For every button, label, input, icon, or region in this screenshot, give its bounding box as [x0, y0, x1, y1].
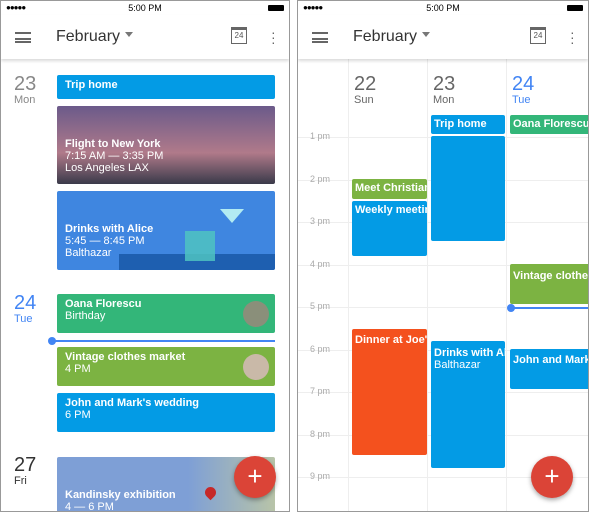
- today-calendar-icon[interactable]: 24: [530, 27, 546, 44]
- day-weekday: Sun: [354, 94, 374, 106]
- event-wedding[interactable]: John and Mark's wedding 6 PM: [57, 393, 275, 432]
- glass-icon: [185, 231, 215, 261]
- status-bar: ●●●●● 5:00 PM: [298, 1, 588, 15]
- add-event-button[interactable]: +: [234, 456, 276, 498]
- battery-icon: [567, 5, 583, 11]
- event-dinner-joes[interactable]: Dinner at Joe's: [352, 329, 427, 455]
- day-label: 23 Mon: [14, 74, 36, 106]
- event-vintage[interactable]: Vintage clothes market: [510, 264, 588, 304]
- event-title: Drinks with Alice: [434, 347, 505, 359]
- schedule-view: ●●●●● 5:00 PM February 24 · · · 23 Mon Trip…: [0, 0, 290, 512]
- current-time-indicator: [48, 337, 275, 345]
- hour-label: 4 pm: [310, 258, 331, 269]
- day-weekday: Mon: [433, 94, 455, 106]
- day-number: 23: [433, 73, 456, 95]
- add-event-button[interactable]: +: [531, 456, 573, 498]
- month-selector[interactable]: February: [353, 28, 431, 46]
- event-time: 7:15 AM — 3:35 PM: [65, 150, 164, 162]
- event-drinks[interactable]: Drinks with AliceBalthazar: [431, 341, 505, 468]
- event-title: Trip home: [65, 79, 118, 91]
- event-weekly-meeting[interactable]: Weekly meeting: [352, 201, 427, 256]
- more-vert-icon[interactable]: · · ·: [570, 25, 575, 49]
- status-time: 5:00 PM: [128, 3, 162, 13]
- event-trip-home[interactable]: Trip home: [431, 115, 505, 134]
- menu-icon[interactable]: [15, 32, 31, 43]
- day-weekday: Tue: [512, 94, 531, 106]
- event-trip-home[interactable]: Trip home: [57, 75, 275, 99]
- day-header[interactable]: 22 Sun: [354, 74, 376, 106]
- event-wedding[interactable]: John and Mark's wedding: [510, 349, 588, 389]
- month-title: February: [353, 28, 418, 45]
- month-title: February: [56, 28, 121, 45]
- day-number: 24: [512, 73, 535, 95]
- day-header[interactable]: 23 Mon: [433, 74, 455, 106]
- more-vert-icon[interactable]: · · ·: [271, 25, 276, 49]
- event-vintage[interactable]: Vintage clothes market 4 PM: [57, 347, 275, 386]
- day-number: 24: [14, 292, 37, 314]
- day-header-today[interactable]: 24 Tue: [512, 74, 534, 106]
- hour-label: 6 pm: [310, 343, 331, 354]
- day-label-today: 24 Tue: [14, 293, 36, 325]
- avatar: [243, 354, 269, 380]
- today-calendar-icon[interactable]: 24: [231, 27, 247, 44]
- app-bar: February 24 · · ·: [298, 15, 588, 59]
- day-label: 27 Fri: [14, 455, 36, 487]
- chevron-down-icon: [422, 32, 431, 41]
- battery-icon: [268, 5, 284, 11]
- event-flight[interactable]: Flight to New York 7:15 AM — 3:35 PM Los…: [57, 106, 275, 184]
- hour-label: 5 pm: [310, 301, 331, 311]
- event-time: 6 PM: [65, 409, 91, 421]
- day-number: 27: [14, 454, 37, 476]
- event-title: Oana Florescu: [65, 298, 142, 310]
- day-weekday: Mon: [14, 94, 36, 106]
- event-title: Kandinsky exhibition: [65, 489, 176, 501]
- column-divider: [348, 59, 349, 511]
- hour-label: 1 pm: [310, 131, 331, 141]
- avatar: [243, 301, 269, 327]
- event-time: 5:45 — 8:45 PM: [65, 235, 145, 247]
- column-divider: [427, 59, 428, 511]
- event-meet-christian[interactable]: Meet Christian: [352, 179, 427, 199]
- hour-label: 2 pm: [310, 173, 331, 184]
- status-time: 5:00 PM: [426, 3, 460, 13]
- hour-label: 3 pm: [310, 216, 331, 226]
- event-trip-home-block[interactable]: [431, 136, 505, 241]
- month-selector[interactable]: February: [56, 28, 134, 46]
- event-time: 4 PM: [65, 363, 91, 375]
- event-location: Balthazar: [434, 359, 481, 371]
- day-weekday: Fri: [14, 475, 27, 487]
- day-number: 23: [14, 73, 37, 95]
- event-time: 4 — 6 PM: [65, 501, 114, 512]
- hour-label: 9 pm: [310, 471, 331, 481]
- martini-icon: [220, 209, 244, 235]
- menu-icon[interactable]: [312, 32, 328, 43]
- hour-label: 7 pm: [310, 386, 331, 396]
- hour-label: 8 pm: [310, 428, 331, 439]
- status-bar: ●●●●● 5:00 PM: [1, 1, 289, 15]
- event-title: John and Mark's wedding: [65, 397, 200, 409]
- event-title: Vintage clothes market: [65, 351, 186, 363]
- event-oana-birthday[interactable]: Oana Florescu's birthday: [510, 115, 588, 134]
- signal-icon: ●●●●●: [303, 3, 323, 12]
- day-number: 22: [354, 73, 377, 95]
- day-weekday: Tue: [14, 313, 33, 325]
- chevron-down-icon: [125, 32, 134, 41]
- column-divider: [506, 59, 507, 511]
- three-day-view: ●●●●● 5:00 PM February 24 · · · 22 Sun 23 Mo…: [297, 0, 589, 512]
- event-drinks[interactable]: Drinks with Alice 5:45 — 8:45 PM Balthaz…: [57, 191, 275, 270]
- current-time-indicator: [507, 304, 588, 312]
- event-oana[interactable]: Oana Florescu Birthday: [57, 294, 275, 333]
- event-title: Flight to New York: [65, 138, 161, 150]
- event-location: Los Angeles LAX: [65, 162, 149, 174]
- event-subtitle: Birthday: [65, 310, 106, 322]
- app-bar: February 24 · · ·: [1, 15, 289, 59]
- signal-icon: ●●●●●: [6, 3, 26, 12]
